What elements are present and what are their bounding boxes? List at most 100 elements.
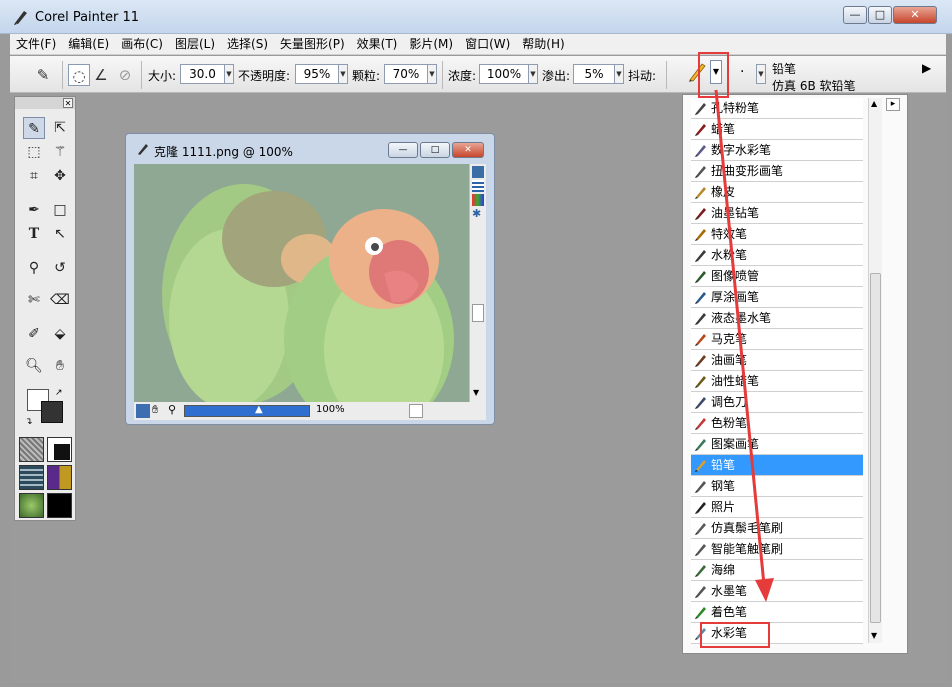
rect-select-icon[interactable]: ⬚ <box>23 141 45 163</box>
impasto-icon[interactable]: ✱ <box>472 208 484 220</box>
minimize-button[interactable]: — <box>843 6 867 24</box>
look-swatch[interactable] <box>47 493 72 518</box>
menu-effects[interactable]: 效果(T) <box>351 34 404 54</box>
doc-maximize-button[interactable]: □ <box>420 142 450 158</box>
gradient-swatch[interactable] <box>47 437 72 462</box>
grain-field[interactable]: 70% <box>384 64 428 84</box>
pen-icon[interactable]: ✒ <box>23 199 45 221</box>
straight-stroke-icon[interactable]: ∠ <box>90 64 112 86</box>
menu-select[interactable]: 选择(S) <box>221 34 274 54</box>
app-title: Corel Painter 11 <box>35 10 139 25</box>
grabber-hand-icon[interactable]: ✋︎ <box>49 355 71 377</box>
scroll-down-icon[interactable]: ▼ <box>871 631 877 640</box>
weaving-swatch[interactable] <box>47 465 72 490</box>
opacity-label: 不透明度: <box>238 67 290 84</box>
size-dropdown[interactable]: ▼ <box>224 64 234 84</box>
reset-tool-icon[interactable]: ⊘ <box>114 64 136 86</box>
menu-help[interactable]: 帮助(H) <box>516 34 570 54</box>
title-bar: Corel Painter 11 — □ ✕ <box>0 0 952 34</box>
expand-arrow-icon[interactable]: ▶ <box>922 61 931 75</box>
grain-label: 颗粒: <box>352 67 380 84</box>
density-field[interactable]: 100% <box>479 64 529 84</box>
menu-canvas[interactable]: 画布(C) <box>115 34 169 54</box>
freehand-stroke-icon[interactable]: ◌ <box>68 64 90 86</box>
brush-tool-icon[interactable]: ✎ <box>32 64 54 86</box>
reset-colors-icon[interactable]: ↴ <box>25 417 33 427</box>
size-field[interactable]: 30.0 <box>180 64 225 84</box>
scroll-up-icon[interactable]: ▲ <box>871 99 877 108</box>
document-canvas-image[interactable] <box>134 164 469 402</box>
list-side-arrow-icon[interactable]: ▸ <box>886 98 900 111</box>
swap-colors-icon[interactable]: ↗ <box>55 388 63 398</box>
paper-swatch[interactable] <box>19 437 44 462</box>
drawing-mode-icon[interactable] <box>136 404 150 418</box>
text-icon[interactable]: T <box>23 223 45 245</box>
secondary-color-swatch[interactable] <box>41 401 63 423</box>
crop-icon[interactable]: ⌗ <box>23 165 45 187</box>
document-title: 克隆 1111.png @ 100% <box>154 143 293 160</box>
dropper-icon[interactable]: ✐ <box>23 323 45 345</box>
density-label: 浓度: <box>448 67 476 84</box>
zoom-icon[interactable]: 🔍︎ <box>23 355 45 377</box>
magic-wand-icon[interactable]: ⚚ <box>49 141 71 163</box>
document-window: 克隆 1111.png @ 100% — □ ✕ <box>125 133 495 425</box>
layer-adjuster-icon[interactable]: ⇱ <box>49 117 71 139</box>
paint-bucket-icon[interactable]: ⬙ <box>49 323 71 345</box>
brush-variant-subname: 仿真 6B 软铅笔 <box>772 77 856 94</box>
zoom-icon[interactable]: ⚲ <box>168 403 176 416</box>
transform-icon[interactable]: ✥ <box>49 165 71 187</box>
density-dropdown[interactable]: ▼ <box>528 64 538 84</box>
nozzle-swatch[interactable] <box>19 493 44 518</box>
lovebirds-image <box>134 164 469 402</box>
doc-minimize-button[interactable]: — <box>388 142 418 158</box>
color-management-icon[interactable] <box>472 194 484 206</box>
brush-variant-name: 铅笔 <box>772 60 796 77</box>
zoom-slider[interactable]: ▲ <box>184 405 310 417</box>
rectangle-icon[interactable]: □ <box>49 199 71 221</box>
jitter-label: 抖动: <box>628 67 656 84</box>
close-button[interactable]: ✕ <box>893 6 937 24</box>
brush-tool-icon[interactable]: ✎ <box>23 117 45 139</box>
grain-dropdown[interactable]: ▼ <box>427 64 437 84</box>
brush-list-scrollbar[interactable]: ▲ ▼ <box>868 98 882 643</box>
grabber-icon[interactable]: ✋︎ <box>152 403 158 417</box>
doc-close-button[interactable]: ✕ <box>452 142 484 158</box>
tracing-paper-icon[interactable] <box>472 166 484 178</box>
document-brush-icon <box>136 142 150 156</box>
scroll-down-icon[interactable]: ▼ <box>473 388 479 397</box>
vscroll-thumb[interactable] <box>472 304 484 322</box>
annotation-arrow <box>700 80 780 610</box>
eraser-icon[interactable]: ⌫ <box>49 289 71 311</box>
rotate-icon[interactable]: ↺ <box>49 257 71 279</box>
zoom-slider-thumb[interactable]: ▲ <box>255 404 263 415</box>
opacity-dropdown[interactable]: ▼ <box>338 64 348 84</box>
dot-size-label: · <box>740 64 744 80</box>
menu-file[interactable]: 文件(F) <box>10 34 62 54</box>
menu-edit[interactable]: 编辑(E) <box>62 34 115 54</box>
document-status-bar: ✋︎ ⚲ ▲ 100% <box>134 402 486 420</box>
bleed-dropdown[interactable]: ▼ <box>614 64 624 84</box>
zoom-level-text: 100% <box>316 404 345 415</box>
menu-layers[interactable]: 图层(L) <box>169 34 221 54</box>
pattern-swatch[interactable] <box>19 465 44 490</box>
opacity-field[interactable]: 95% <box>295 64 339 84</box>
menu-movie[interactable]: 影片(M) <box>403 34 459 54</box>
grid-icon[interactable] <box>472 180 484 192</box>
separator <box>442 61 443 89</box>
bleed-field[interactable]: 5% <box>573 64 615 84</box>
hscroll-thumb[interactable] <box>409 404 423 418</box>
menu-bar: 文件(F)编辑(E)画布(C)图层(L)选择(S)矢量图形(P)效果(T)影片(… <box>10 34 946 55</box>
cloner-icon[interactable]: ✄ <box>23 289 45 311</box>
shape-select-icon[interactable]: ↖ <box>49 223 71 245</box>
painter-app-icon <box>12 8 30 26</box>
menu-window[interactable]: 窗口(W) <box>459 34 516 54</box>
maximize-button[interactable]: □ <box>868 6 892 24</box>
menu-shapes[interactable]: 矢量图形(P) <box>274 34 351 54</box>
annotation-box-watercolor <box>700 622 770 648</box>
document-vertical-scrollbar[interactable]: ✱ ▼ <box>469 164 486 402</box>
brush-list-scroll-thumb[interactable] <box>870 273 881 623</box>
magnifier-icon[interactable]: ⚲ <box>23 257 45 279</box>
bleed-label: 渗出: <box>542 67 570 84</box>
toolbox-close-icon[interactable]: ✕ <box>63 98 73 108</box>
separator <box>141 61 142 89</box>
